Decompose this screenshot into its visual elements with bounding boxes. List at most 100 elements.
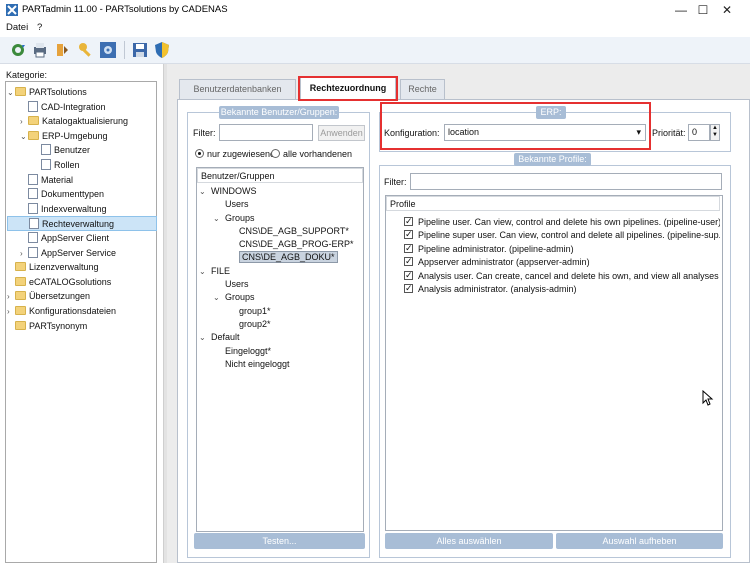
category-item[interactable]: PARTsynonym (7, 319, 157, 334)
apply-button[interactable]: Anwenden (318, 125, 365, 141)
user-tree-item[interactable]: ⌄ Groups (199, 291, 363, 304)
chevron-down-icon[interactable]: ⌄ (20, 130, 28, 144)
category-item[interactable]: Rollen (7, 158, 157, 173)
category-item[interactable]: ⌄ PARTsolutions (7, 85, 157, 100)
category-item[interactable]: AppServer Client (7, 231, 157, 246)
category-item-label: AppServer Client (41, 232, 110, 243)
category-item[interactable]: Material (7, 173, 157, 188)
profile-item[interactable]: Pipeline administrator. (pipeline-admin) (404, 243, 720, 256)
category-item[interactable]: Indexverwaltung (7, 202, 157, 217)
menu-help[interactable]: ? (37, 22, 42, 33)
user-tree-item[interactable]: ⌄ WINDOWS (199, 185, 363, 198)
gear-icon[interactable] (99, 41, 117, 59)
user-tree-item-label: Groups (225, 212, 255, 223)
category-item[interactable]: ⌄ ERP-Umgebung (7, 129, 157, 144)
chevron-right-icon[interactable]: › (7, 290, 15, 304)
user-tree-item[interactable]: Nicht eingeloggt (199, 358, 363, 371)
folder-icon (28, 130, 39, 140)
profile-checkbox[interactable] (404, 216, 413, 228)
close-button[interactable]: ✕ (704, 0, 750, 20)
category-item[interactable]: Lizenzverwaltung (7, 260, 157, 275)
profile-item[interactable]: Appserver administrator (appserver-admin… (404, 256, 720, 269)
category-item[interactable]: eCATALOGsolutions (7, 275, 157, 290)
category-item-label: PARTsynonym (29, 320, 88, 331)
document-icon (28, 246, 38, 258)
key-icon[interactable] (77, 41, 95, 59)
profile-item[interactable]: Analysis administrator. (analysis-admin) (404, 283, 720, 296)
user-tree-item[interactable]: ⌄ Groups (199, 212, 363, 225)
users-list-header[interactable]: Benutzer/Gruppen (197, 168, 363, 183)
profiles-filter-input[interactable] (410, 173, 722, 190)
category-item[interactable]: Rechteverwaltung (7, 216, 157, 231)
category-item[interactable]: CAD-Integration (7, 100, 157, 115)
tab-rechte[interactable]: Rechte (400, 79, 445, 99)
select-all-button[interactable]: Alles auswählen (385, 533, 553, 549)
profile-checkbox[interactable] (404, 283, 413, 295)
user-tree-item[interactable]: ⌄ Default (199, 331, 363, 344)
chevron-right-icon[interactable]: › (7, 305, 15, 319)
profile-item[interactable]: Pipeline super user. Can view, control a… (404, 229, 720, 242)
document-icon (28, 188, 38, 200)
folder-icon (15, 87, 26, 96)
user-tree-item-label: FILE (211, 265, 231, 276)
user-tree-item[interactable]: CNS\DE_AGB_DOKU* (199, 251, 363, 264)
category-item[interactable]: › AppServer Service (7, 246, 157, 261)
user-tree-item[interactable]: Users (199, 198, 363, 211)
chevron-down-icon[interactable]: ⌄ (7, 86, 15, 100)
shield-icon[interactable] (153, 41, 171, 59)
profile-item[interactable]: Analysis user. Can create, cancel and de… (404, 270, 720, 283)
radio-all[interactable]: alle vorhandenen (271, 149, 352, 159)
category-item[interactable]: Benutzer (7, 143, 157, 158)
profile-item-label: Analysis user. Can create, cancel and de… (418, 270, 720, 281)
user-tree-item[interactable]: CNS\DE_AGB_SUPPORT* (199, 225, 363, 238)
profiles-group-title: Bekannte Profile: (514, 153, 591, 166)
profiles-list-header[interactable]: Profile (386, 196, 720, 211)
user-tree-item[interactable]: group2* (199, 318, 363, 331)
chevron-right-icon[interactable]: › (20, 115, 28, 129)
save-icon[interactable] (131, 41, 149, 59)
priority-stepper[interactable]: ▲ ▼ (710, 124, 720, 141)
profile-checkbox[interactable] (404, 256, 413, 268)
profile-checkbox[interactable] (404, 270, 413, 282)
tab-benutzerdatenbanken[interactable]: Benutzerdatenbanken (179, 79, 296, 99)
chevron-down-icon[interactable]: ⌄ (199, 265, 211, 278)
category-item[interactable]: Dokumenttypen (7, 187, 157, 202)
document-icon (29, 218, 39, 230)
radio-all-circle[interactable] (271, 149, 280, 158)
user-tree-item[interactable]: CNS\DE_AGB_PROG-ERP* (199, 238, 363, 251)
chevron-down-icon[interactable]: ⌄ (199, 331, 211, 344)
category-item-label: Übersetzungen (29, 291, 91, 302)
tools-icon[interactable] (53, 41, 71, 59)
radio-all-label: alle vorhandenen (283, 149, 353, 159)
print-icon[interactable] (31, 41, 49, 59)
chevron-down-icon[interactable]: ⌄ (213, 212, 225, 225)
category-item[interactable]: › Katalogaktualisierung (7, 114, 157, 129)
menu-datei[interactable]: Datei (6, 22, 28, 33)
profile-checkbox[interactable] (404, 229, 413, 241)
chevron-right-icon[interactable]: › (20, 247, 28, 261)
category-item-label: Rechteverwaltung (42, 219, 115, 230)
user-tree-item-label: Eingeloggt* (225, 345, 272, 356)
menu-bar (0, 20, 750, 37)
profile-item[interactable]: Pipeline user. Can view, control and del… (404, 216, 720, 229)
category-item-label: PARTsolutions (29, 87, 87, 97)
user-tree-item[interactable]: ⌄ FILE (199, 265, 363, 278)
chevron-down-icon[interactable]: ⌄ (213, 291, 225, 304)
chevron-down-icon[interactable]: ⌄ (199, 185, 211, 198)
profile-checkbox[interactable] (404, 243, 413, 255)
refresh-icon[interactable] (9, 41, 27, 59)
user-tree-item[interactable]: group1* (199, 305, 363, 318)
folder-icon (15, 276, 26, 286)
category-item[interactable]: › Konfigurationsdateien (7, 304, 157, 319)
user-tree-item-label: group1* (239, 305, 271, 316)
user-tree-item-label: CNS\DE_AGB_DOKU* (239, 251, 338, 264)
users-filter-input[interactable] (219, 124, 313, 141)
user-tree-item[interactable]: Users (199, 278, 363, 291)
priority-input[interactable]: 0 (688, 124, 710, 141)
user-tree-item[interactable]: Eingeloggt* (199, 345, 363, 358)
radio-assigned-circle[interactable] (195, 149, 204, 158)
radio-assigned[interactable]: nur zugewiesene (195, 149, 275, 159)
test-button[interactable]: Testen... (194, 533, 365, 549)
category-item[interactable]: › Übersetzungen (7, 289, 157, 304)
deselect-all-button[interactable]: Auswahl aufheben (556, 533, 723, 549)
